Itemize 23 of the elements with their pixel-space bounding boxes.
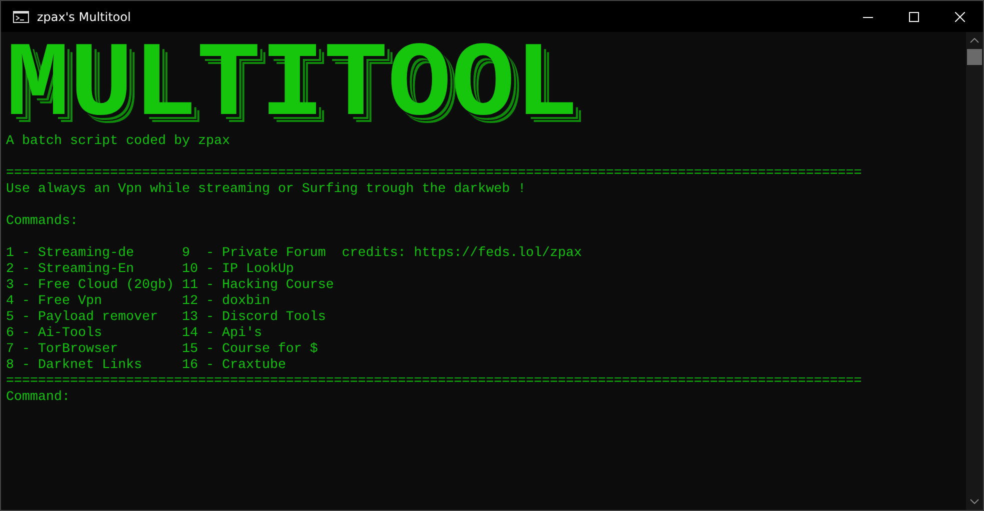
banner-title: MULTITOOL bbox=[6, 38, 578, 134]
console-icon bbox=[13, 10, 29, 22]
scrollbar[interactable] bbox=[966, 32, 983, 510]
console-line: 7 - TorBrowser 15 - Course for $ bbox=[6, 342, 318, 357]
scroll-down-icon[interactable] bbox=[970, 499, 979, 504]
console-line: Commands: bbox=[6, 214, 78, 229]
console-line: 4 - Free Vpn 12 - doxbin bbox=[6, 294, 270, 309]
console-line: 5 - Payload remover 13 - Discord Tools bbox=[6, 310, 326, 325]
console-line: 6 - Ai-Tools 14 - Api's bbox=[6, 326, 262, 341]
console-line: A batch script coded by zpax bbox=[6, 134, 230, 149]
console-line: 2 - Streaming-En 10 - IP LookUp bbox=[6, 262, 294, 277]
console-line: Use always an Vpn while streaming or Surfing trough the darkweb ! bbox=[6, 182, 526, 197]
command-prompt: Command: bbox=[6, 390, 70, 405]
maximize-icon bbox=[909, 12, 919, 22]
console-line: 3 - Free Cloud (20gb) 11 - Hacking Course bbox=[6, 278, 334, 293]
console-line: 8 - Darknet Links 16 - Craxtube bbox=[6, 358, 286, 373]
window-title: zpax's Multitool bbox=[37, 10, 131, 24]
console-line: 1 - Streaming-de 9 - Private Forum credits: https://feds.lol/zpax bbox=[6, 246, 582, 261]
separator-line: =========================================================================================================== bbox=[6, 374, 862, 389]
scroll-up-icon[interactable] bbox=[970, 38, 979, 43]
close-icon bbox=[955, 12, 965, 22]
separator-line: =========================================================================================================== bbox=[6, 166, 862, 181]
scrollbar-thumb[interactable] bbox=[967, 49, 982, 65]
